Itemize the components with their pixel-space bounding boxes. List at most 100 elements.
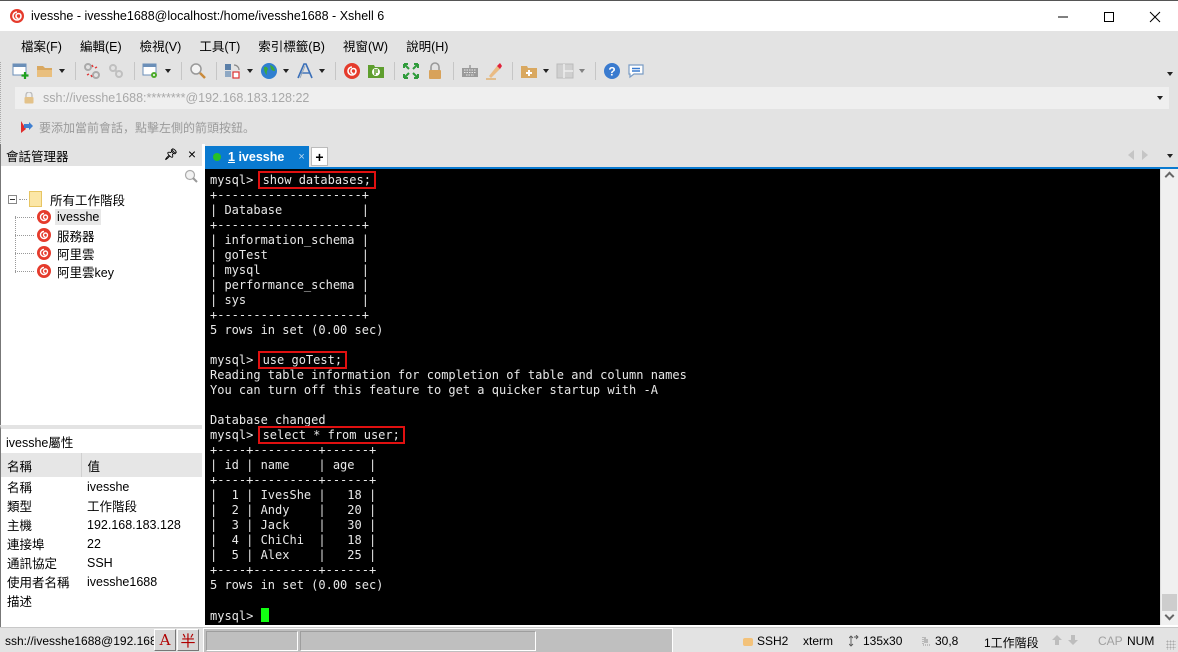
font-dropdown[interactable] [318, 60, 326, 82]
address-field[interactable]: ssh://ivesshe1688:********@192.168.183.1… [43, 91, 309, 105]
font-button[interactable] [294, 60, 316, 82]
session-item[interactable]: ivesshe [1, 208, 202, 226]
open-dropdown[interactable] [58, 60, 66, 82]
transfer-button[interactable] [222, 60, 244, 82]
session-label: 阿里雲key [57, 265, 114, 280]
layout-dropdown[interactable] [578, 60, 586, 82]
minimize-button[interactable] [1040, 1, 1086, 32]
menu-tabs[interactable]: 索引標籤(B) [249, 36, 334, 55]
terminal[interactable]: mysql> show databases; +-----------------… [205, 169, 1160, 625]
lock-button[interactable] [424, 60, 446, 82]
xftp-button[interactable] [365, 60, 387, 82]
keyboard-button[interactable] [459, 60, 481, 82]
open-button[interactable] [34, 60, 56, 82]
property-row[interactable]: 使用者名稱 ivesshe1688 [1, 572, 202, 591]
property-row[interactable]: 主機 192.168.183.128 [1, 515, 202, 534]
tab-close-icon[interactable]: × [298, 151, 304, 163]
globe-dropdown[interactable] [282, 60, 290, 82]
search-icon[interactable] [184, 169, 198, 183]
lock-icon [429, 62, 441, 79]
address-bar[interactable]: ssh://ivesshe1688:********@192.168.183.1… [15, 87, 1169, 109]
property-row[interactable]: 名稱 ivesshe [1, 477, 202, 496]
property-row[interactable]: 連接埠 22 [1, 534, 202, 553]
tab-scroll-right-icon[interactable] [1142, 150, 1148, 160]
tab-menu-icon[interactable] [1167, 154, 1173, 158]
terminal-output-line: +----+---------+------+ [210, 443, 377, 457]
previous-session-icon[interactable] [1051, 634, 1063, 646]
menu-view[interactable]: 檢視(V) [131, 36, 191, 55]
terminal-command-line: mysql> [210, 608, 1160, 623]
menu-window[interactable]: 視窗(W) [334, 36, 397, 55]
cursor-position-label: 30,8 [935, 634, 959, 648]
session-properties-icon [142, 63, 157, 78]
terminal-output-line: You can turn off this feature to get a q… [210, 383, 658, 397]
help-button[interactable]: ? [601, 60, 623, 82]
maximize-button[interactable] [1086, 1, 1132, 32]
scroll-down-icon[interactable] [1164, 610, 1175, 621]
new-tab-button[interactable]: + [311, 147, 328, 166]
keyboard-icon [462, 65, 478, 77]
add-session-arrow-icon[interactable] [20, 120, 34, 134]
panel-close-icon[interactable]: × [188, 146, 196, 162]
next-session-icon[interactable] [1067, 634, 1079, 646]
session-item[interactable]: 服務器 [1, 226, 202, 244]
property-row[interactable]: 描述 [1, 591, 202, 610]
session-properties-button[interactable] [140, 60, 162, 82]
collapse-icon[interactable] [8, 194, 17, 204]
chat-button[interactable] [625, 60, 647, 82]
column-header-name[interactable]: 名稱 [1, 453, 82, 477]
layout-icon [556, 63, 574, 79]
scroll-thumb[interactable] [1162, 594, 1177, 611]
folder-dropdown[interactable] [542, 60, 550, 82]
xshell-button[interactable] [341, 60, 363, 82]
size-label: 135x30 [863, 634, 903, 648]
scroll-up-icon[interactable] [1164, 171, 1175, 182]
disconnect-icon [84, 63, 100, 79]
terminal-output-line: +--------------------+ [210, 218, 369, 232]
layout-button[interactable] [554, 60, 576, 82]
find-button[interactable] [187, 60, 209, 82]
toolbar-overflow-icon[interactable] [1167, 72, 1173, 76]
properties-dropdown[interactable] [164, 60, 172, 82]
svg-text:?: ? [608, 65, 615, 79]
fullscreen-button[interactable] [400, 60, 422, 82]
ime-halfwidth-mode[interactable]: 半 [177, 629, 199, 651]
tab-scroll-left-icon[interactable] [1128, 150, 1134, 160]
status-protocol: SSH2 [742, 634, 788, 648]
menu-file[interactable]: 檔案(F) [12, 36, 71, 55]
highlighted-command: use goTest; [257, 351, 348, 369]
new-folder-button[interactable] [518, 60, 540, 82]
tree-connector [19, 198, 27, 200]
terminal-prompt: mysql> [210, 173, 261, 187]
property-row[interactable]: 類型 工作階段 [1, 496, 202, 515]
globe-button[interactable] [258, 60, 280, 82]
menu-tools[interactable]: 工具(T) [190, 36, 249, 55]
tab-title: ivesshe [238, 150, 285, 164]
resize-grip[interactable] [1166, 640, 1176, 650]
address-dropdown-icon[interactable] [1157, 96, 1163, 100]
disconnect-button[interactable] [81, 60, 103, 82]
tree-root-all-sessions[interactable]: 所有工作階段 [1, 190, 202, 208]
menu-help[interactable]: 說明(H) [397, 36, 457, 55]
close-button[interactable] [1132, 1, 1178, 32]
session-item[interactable]: 阿里雲key [1, 262, 202, 280]
column-header-value[interactable]: 值 [81, 453, 202, 477]
tab-ivesshe[interactable]: 1 ivesshe × [205, 146, 309, 168]
ime-alpha-mode[interactable]: A [154, 629, 176, 651]
property-value [81, 591, 202, 610]
toolbar-separator [453, 62, 454, 80]
pin-icon[interactable]: 📌︎ [164, 148, 178, 161]
highlight-button[interactable] [483, 60, 505, 82]
terminal-output-line: | 1 | IvesShe | 18 | [210, 488, 377, 502]
property-row[interactable]: 通訊協定 SSH [1, 553, 202, 572]
menu-edit[interactable]: 編輯(E) [71, 36, 131, 55]
transfer-dropdown[interactable] [246, 60, 254, 82]
terminal-scrollbar[interactable] [1160, 169, 1178, 625]
session-search-input[interactable] [1, 166, 202, 188]
caps-lock-indicator: CAP [1098, 634, 1123, 648]
reconnect-button[interactable] [105, 60, 127, 82]
highlighted-command: show databases; [257, 171, 376, 189]
new-session-button[interactable] [10, 60, 32, 82]
terminal-output-line: 5 rows in set (0.00 sec) [210, 323, 384, 337]
session-item[interactable]: 阿里雲 [1, 244, 202, 262]
